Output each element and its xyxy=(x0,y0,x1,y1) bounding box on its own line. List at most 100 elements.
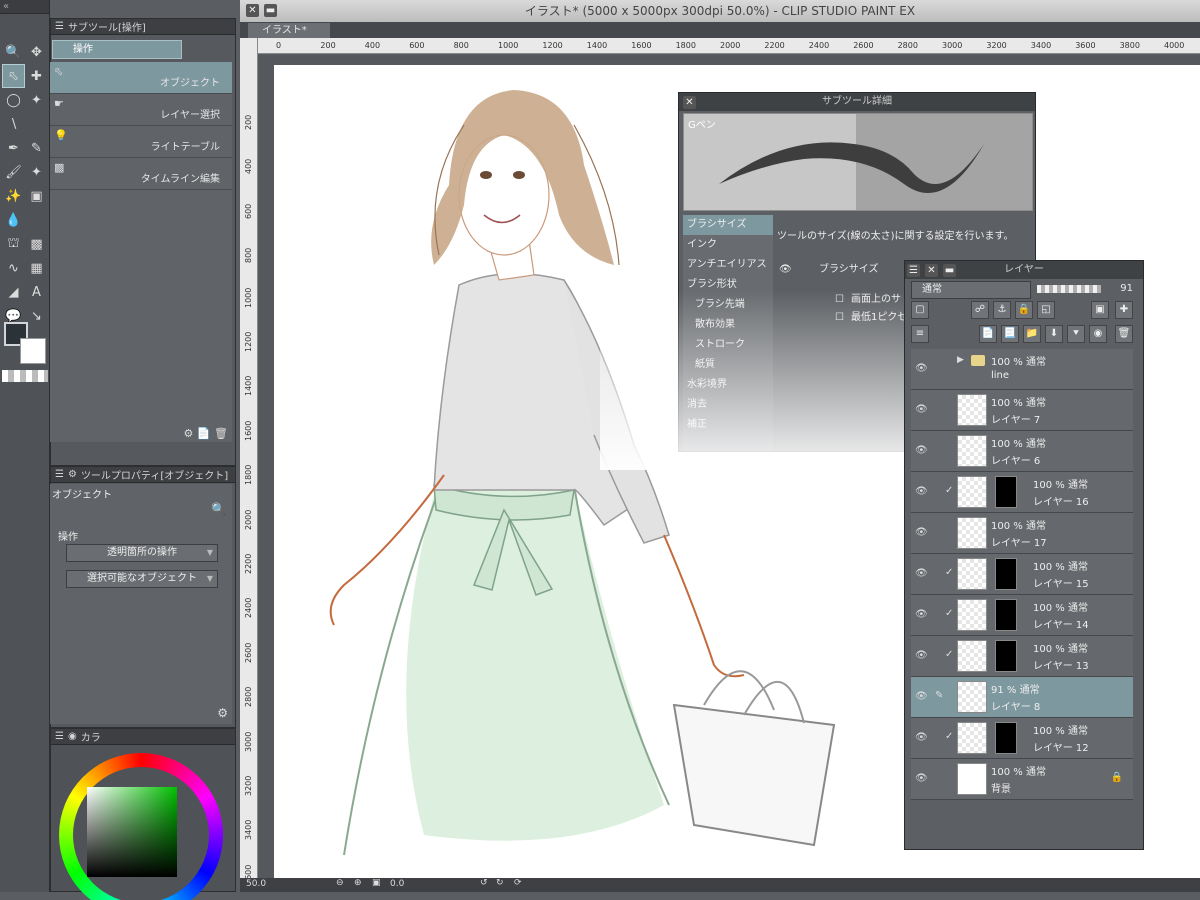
window-minimize-button[interactable]: ▬ xyxy=(264,4,277,17)
reset-rotation-icon[interactable]: ⟳ xyxy=(514,878,522,888)
brush-category-item[interactable]: ストローク xyxy=(683,335,773,355)
reference-layer-button[interactable]: ⚓ xyxy=(993,301,1011,319)
brush-category-item[interactable]: ブラシサイズ xyxy=(683,215,773,235)
zoom-out-icon[interactable]: ⊖ xyxy=(336,878,344,888)
search-icon[interactable]: 🔍 xyxy=(211,502,226,516)
zoom-value[interactable]: 50.0 xyxy=(246,879,266,889)
clipping-button[interactable]: ☍ xyxy=(971,301,989,319)
eye-icon[interactable]: 👁 xyxy=(915,691,928,702)
opacity-value[interactable]: 91 xyxy=(1120,283,1133,294)
brush-category-item[interactable]: アンチエイリアス xyxy=(683,255,773,275)
subtool-detail-titlebar[interactable]: ✕ サブツール詳細 xyxy=(679,93,1035,111)
eye-icon[interactable]: 👁 xyxy=(915,363,928,374)
transfer-down-button[interactable]: ⯆ xyxy=(1067,325,1085,343)
layer-row[interactable]: 👁 100 % 通常 レイヤー 6 xyxy=(911,431,1133,472)
layer-mask-thumbnail[interactable] xyxy=(995,599,1017,631)
layer-mask-thumbnail[interactable] xyxy=(995,558,1017,590)
eye-icon[interactable]: 👁 xyxy=(915,650,928,661)
brush-category-item[interactable]: 消去 xyxy=(683,395,773,415)
layer-row[interactable]: 👁 ✎ 91 % 通常 レイヤー 8 xyxy=(911,677,1133,718)
transparent-color-swatch[interactable] xyxy=(2,370,48,382)
fit-screen-icon[interactable]: ▣ xyxy=(372,878,381,888)
lasso-tool-icon[interactable]: ◯ xyxy=(2,88,25,112)
subtool-panel-header[interactable]: ☰ サブツール[操作] xyxy=(51,19,235,35)
panel-menu-icon[interactable]: ☰ xyxy=(55,469,64,480)
layer-row[interactable]: 👁 ✓ 100 % 通常 レイヤー 12 xyxy=(911,718,1133,759)
layer-panel-titlebar[interactable]: ☰ ✕ ▬ レイヤー xyxy=(905,261,1143,279)
delete-subtool-icon[interactable]: 🗑 xyxy=(214,427,228,440)
lock-transparent-button[interactable]: 🔒 xyxy=(1015,301,1033,319)
layer-panel-minimize-button[interactable]: ▬ xyxy=(943,264,956,277)
selectable-object-dropdown[interactable]: 選択可能なオブジェクト ▼ xyxy=(66,570,218,588)
line-tool-icon[interactable]: ∿ xyxy=(2,256,25,280)
new-folder-button[interactable]: 📁 xyxy=(1023,325,1041,343)
lock-icon[interactable]: 🔒 xyxy=(1111,772,1123,783)
brush-category-item[interactable]: 補正 xyxy=(683,415,773,435)
new-vector-layer-button[interactable]: 📃 xyxy=(1001,325,1019,343)
eye-icon[interactable]: 👁 xyxy=(915,527,928,538)
blend-tool-icon[interactable]: 💧 xyxy=(2,208,25,232)
brush-category-item[interactable]: 水彩境界 xyxy=(683,375,773,395)
layer-stack-icon[interactable]: ≡ xyxy=(911,325,929,343)
layer-mask-thumbnail[interactable] xyxy=(995,476,1017,508)
sub-color-swatch[interactable] xyxy=(20,338,46,364)
layer-move-tool-icon[interactable]: ✚ xyxy=(25,64,48,88)
eye-icon[interactable]: 👁 xyxy=(915,445,928,456)
layer-row[interactable]: 👁 ✓ 100 % 通常 レイヤー 15 xyxy=(911,554,1133,595)
layer-row[interactable]: 👁 ▶ 100 % 通常 line xyxy=(911,349,1133,390)
brush-category-item[interactable]: インク xyxy=(683,235,773,255)
panel-menu-icon[interactable]: ☰ xyxy=(55,21,64,32)
color-wheel-tab-icon[interactable]: ◉ xyxy=(68,731,77,742)
text-tool-icon[interactable]: A xyxy=(25,280,48,304)
layer-row[interactable]: 👁 100 % 通常 レイヤー 17 xyxy=(911,513,1133,554)
checkbox-icon[interactable]: ☐ xyxy=(835,291,844,309)
eye-icon[interactable]: 👁 xyxy=(779,261,792,279)
tab-document[interactable]: イラスト* xyxy=(248,23,330,38)
ruler-tool-icon[interactable]: ◢ xyxy=(2,280,25,304)
eye-icon[interactable]: 👁 xyxy=(915,404,928,415)
pencil-tool-icon[interactable]: ✎ xyxy=(25,136,48,160)
frame-tool-icon[interactable]: ▦ xyxy=(25,256,48,280)
brush-category-item[interactable]: ブラシ形状 xyxy=(683,275,773,295)
create-mask-button[interactable]: ◉ xyxy=(1089,325,1107,343)
merge-down-button[interactable]: ⬇ xyxy=(1045,325,1063,343)
brush-category-item[interactable]: 紙質 xyxy=(683,355,773,375)
tool-property-header[interactable]: ☰ ⚙ ツールプロパティ[オブジェクト] xyxy=(51,467,235,483)
correct-line-tool-icon[interactable]: ↘ xyxy=(25,304,48,328)
eye-icon[interactable]: 👁 xyxy=(915,773,928,784)
brush-category-item[interactable]: 散布効果 xyxy=(683,315,773,335)
layer-mask-thumbnail[interactable] xyxy=(995,640,1017,672)
eye-icon[interactable]: 👁 xyxy=(915,609,928,620)
mask-enable-button[interactable]: ▣ xyxy=(1091,301,1109,319)
magic-wand-tool-icon[interactable]: ✦ xyxy=(25,88,48,112)
eraser-tool-icon[interactable]: ▣ xyxy=(25,184,48,208)
layer-panel-menu-button[interactable]: ☰ xyxy=(907,264,920,277)
panel-menu-icon[interactable]: ☰ xyxy=(55,731,64,742)
subtool-item-object[interactable]: ⬁ オブジェクト xyxy=(50,62,232,94)
blend-mode-select[interactable]: 通常 xyxy=(911,281,1031,299)
rotate-right-icon[interactable]: ↻ xyxy=(496,878,504,888)
delete-layer-button[interactable]: 🗑 xyxy=(1115,325,1133,343)
subtool-item-timeline[interactable]: ▩ タイムライン編集 xyxy=(50,158,232,190)
rotate-left-icon[interactable]: ↺ xyxy=(480,878,488,888)
zoom-in-icon[interactable]: ⊕ xyxy=(354,878,362,888)
angle-value[interactable]: 0.0 xyxy=(390,879,404,889)
layer-row[interactable]: 👁 100 % 通常 背景 🔒 xyxy=(911,759,1133,800)
layer-row[interactable]: 👁 ✓ 100 % 通常 レイヤー 14 xyxy=(911,595,1133,636)
folder-expand-icon[interactable]: ▶ xyxy=(957,355,964,365)
new-subtool-icon[interactable]: 📄 xyxy=(197,427,211,440)
window-close-button[interactable]: ✕ xyxy=(246,4,259,17)
tool-strip-header[interactable]: « xyxy=(0,0,49,14)
checkbox-icon[interactable]: ☐ xyxy=(835,309,844,327)
fill-tool-icon[interactable]: ⛫ xyxy=(2,232,25,256)
layer-panel-close-button[interactable]: ✕ xyxy=(925,264,938,277)
brush-category-item[interactable]: ブラシ先端 xyxy=(683,295,773,315)
subtool-item-layer-select[interactable]: ☛ レイヤー選択 xyxy=(50,94,232,126)
zoom-tool-icon[interactable]: 🔍 xyxy=(2,40,25,64)
color-panel-header[interactable]: ☰ ◉ カラ xyxy=(51,729,235,745)
saturation-value-square[interactable] xyxy=(87,787,177,877)
layer-mask-thumbnail[interactable] xyxy=(995,722,1017,754)
tool-property-settings-icon[interactable]: ⚙ xyxy=(217,706,228,720)
brush-tool-icon[interactable]: 🖌 xyxy=(2,160,25,184)
opacity-slider[interactable] xyxy=(1037,285,1101,293)
